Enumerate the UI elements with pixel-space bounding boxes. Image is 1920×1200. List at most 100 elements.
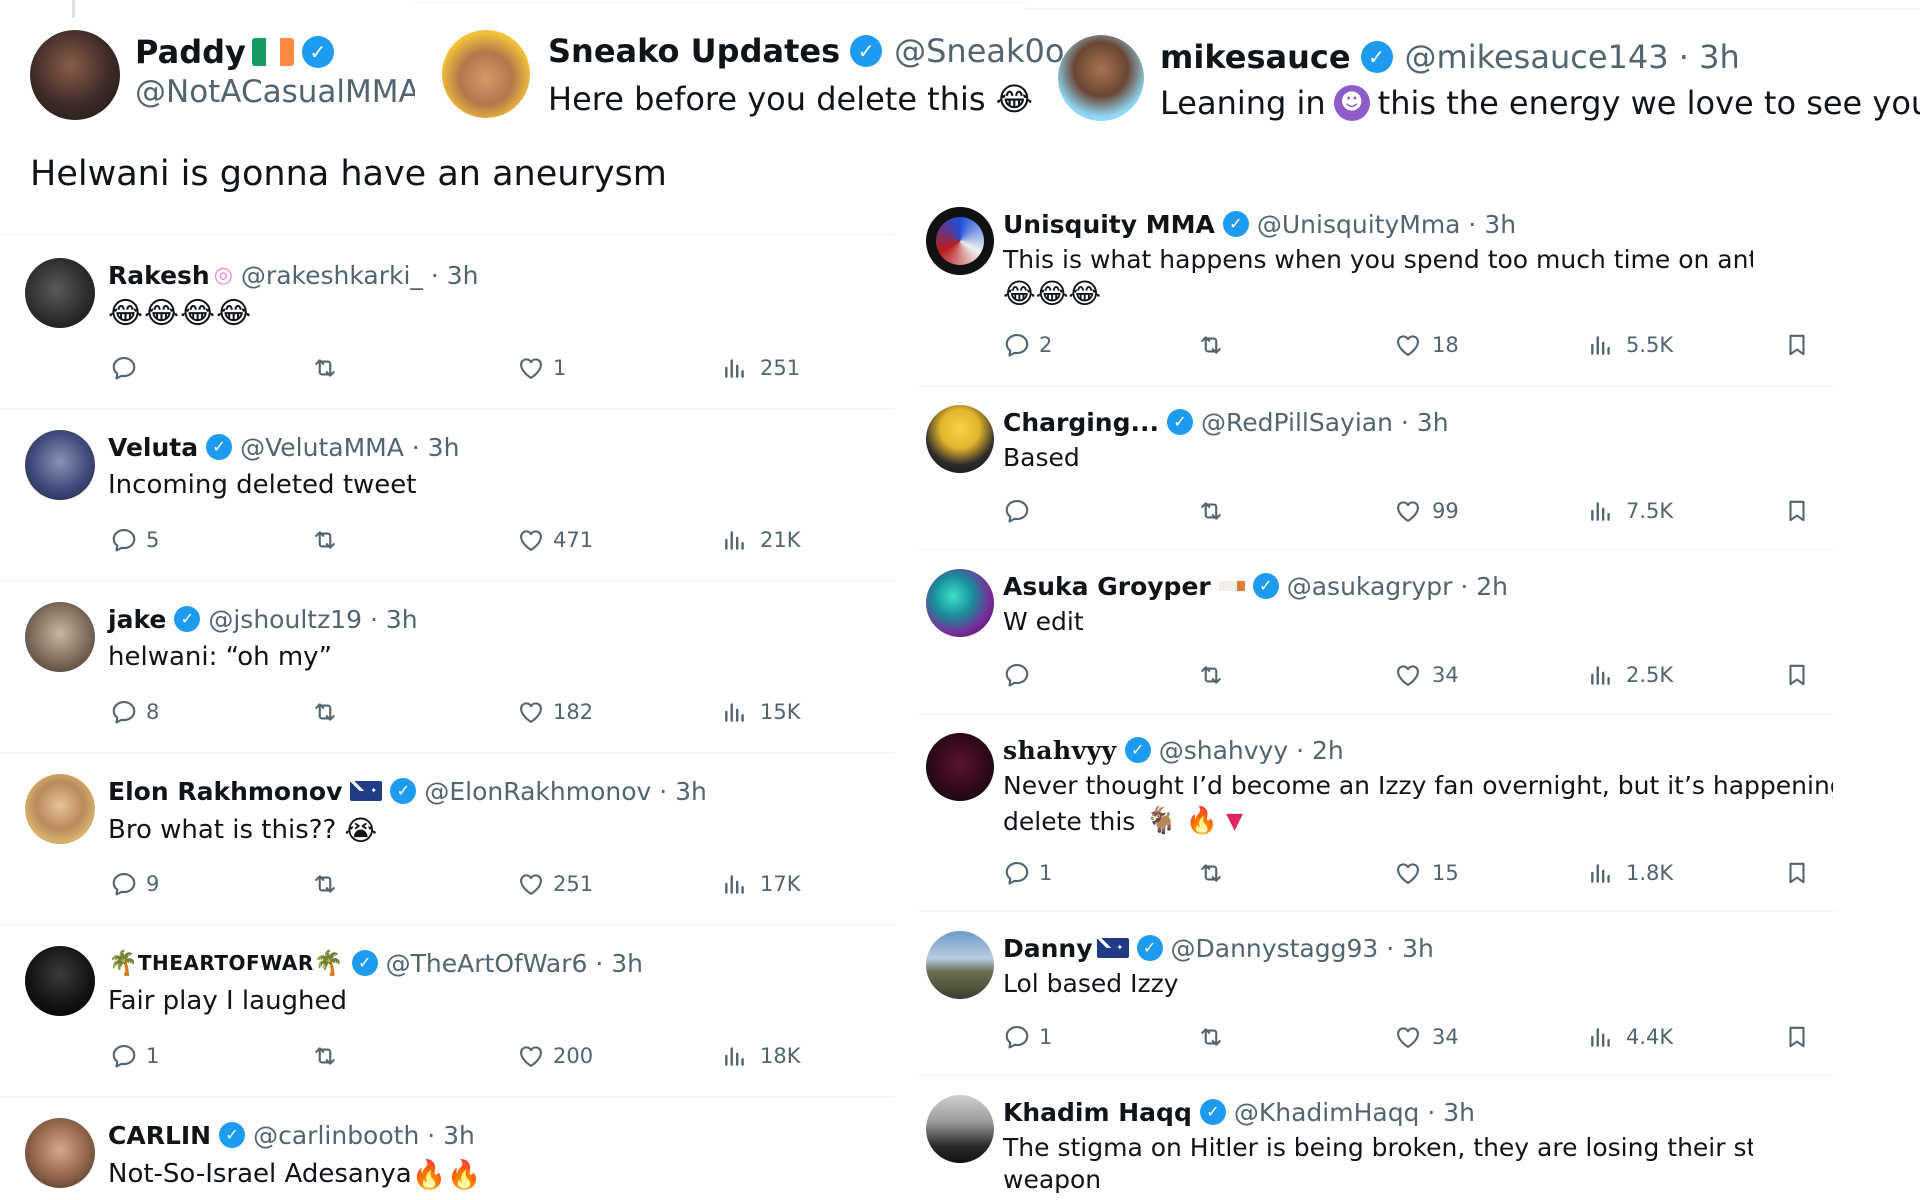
reply-button[interactable] — [110, 354, 146, 382]
user-handle[interactable]: @KhadimHaqq · 3h — [1234, 1098, 1475, 1127]
bookmark-button[interactable] — [1784, 331, 1810, 359]
user-handle[interactable]: @jshoultz19 · 3h — [208, 605, 417, 634]
display-name[interactable]: mikesauce — [1160, 38, 1351, 76]
reply-button[interactable]: 1 — [1003, 859, 1052, 887]
display-name[interactable]: Charging... — [1003, 408, 1159, 437]
tweet[interactable]: Khadim Haqq ✓ @KhadimHaqq · 3h The stigm… — [918, 1075, 1835, 1200]
retweet-button[interactable] — [310, 698, 340, 726]
reply-button[interactable] — [1003, 661, 1039, 689]
reply-button[interactable]: 2 — [1003, 331, 1052, 359]
display-name[interactable]: Asuka Groyper — [1003, 572, 1211, 601]
user-handle[interactable]: @Sneak0o — [894, 32, 1064, 70]
display-name[interactable]: Rakesh — [108, 261, 210, 290]
bookmark-button[interactable] — [1784, 1023, 1810, 1051]
tweet[interactable]: CARLIN ✓ @carlinbooth · 3h Not-So-Israel… — [0, 1096, 895, 1200]
avatar[interactable] — [1058, 35, 1144, 121]
views-button[interactable]: 21K — [722, 526, 801, 554]
display-name[interactable]: Paddy — [135, 33, 246, 71]
like-button[interactable]: 34 — [1394, 661, 1459, 689]
tweet[interactable]: 🌴 THEARTOFWAR 🌴 ✓ @TheArtOfWar6 · 3h Fai… — [0, 924, 895, 1096]
retweet-button[interactable] — [1196, 1023, 1226, 1051]
user-handle[interactable]: @RedPillSayian · 3h — [1201, 408, 1449, 437]
user-handle[interactable]: @NotACasualMMA — [135, 74, 415, 114]
retweet-button[interactable] — [1196, 661, 1226, 689]
reply-button[interactable]: 9 — [110, 870, 159, 898]
tweet[interactable]: Asuka Groyper ✓ @asukagrypr · 2h W edit … — [918, 549, 1835, 713]
bookmark-button[interactable] — [1784, 661, 1810, 689]
display-name[interactable]: Danny — [1003, 934, 1093, 963]
avatar[interactable] — [926, 569, 994, 637]
display-name[interactable]: Khadim Haqq — [1003, 1098, 1192, 1127]
like-button[interactable]: 251 — [517, 870, 593, 898]
views-button[interactable]: 15K — [722, 698, 801, 726]
tweet[interactable]: shahvyy ✓ @shahvyy · 2h Never thought I’… — [918, 713, 1835, 911]
avatar[interactable] — [442, 30, 530, 118]
avatar[interactable] — [926, 405, 994, 473]
tweet[interactable]: Charging... ✓ @RedPillSayian · 3h Based … — [918, 385, 1835, 549]
reply-button[interactable]: 1 — [110, 1042, 159, 1070]
retweet-button[interactable] — [1196, 859, 1226, 887]
display-name[interactable]: Veluta — [108, 433, 198, 462]
views-button[interactable]: 1.8K — [1588, 859, 1673, 887]
views-button[interactable]: 251 — [722, 354, 800, 382]
user-handle[interactable]: @TheArtOfWar6 · 3h — [386, 949, 643, 978]
views-button[interactable]: 4.4K — [1588, 1023, 1673, 1051]
retweet-button[interactable] — [310, 354, 340, 382]
avatar[interactable] — [25, 774, 95, 844]
display-name[interactable]: Elon Rakhmonov — [108, 777, 342, 806]
reply-button[interactable]: 8 — [110, 698, 159, 726]
views-button[interactable]: 2.5K — [1588, 661, 1673, 689]
display-name[interactable]: jake — [108, 605, 166, 634]
avatar[interactable] — [25, 430, 95, 500]
tweet[interactable]: Elon Rakhmonov ✦ ✓ @ElonRakhmonov · 3h B… — [0, 752, 895, 924]
like-button[interactable]: 18 — [1394, 331, 1459, 359]
user-handle[interactable]: @asukagrypr · 2h — [1287, 572, 1508, 601]
views-button[interactable]: 18K — [722, 1042, 801, 1070]
avatar[interactable] — [926, 931, 994, 999]
avatar[interactable] — [25, 602, 95, 672]
avatar[interactable] — [926, 733, 994, 801]
bookmark-button[interactable] — [1784, 497, 1810, 525]
tweet[interactable]: Rakesh ◎ @rakeshkarki_ · 3h 😂😂😂😂 1 251 — [0, 236, 895, 408]
avatar[interactable] — [25, 1118, 95, 1188]
display-name[interactable]: CARLIN — [108, 1121, 211, 1150]
views-button[interactable]: 17K — [722, 870, 801, 898]
like-button[interactable]: 182 — [517, 698, 593, 726]
user-handle[interactable]: @mikesauce143 · 3h — [1405, 38, 1740, 76]
avatar[interactable] — [926, 207, 994, 275]
avatar[interactable] — [25, 946, 95, 1016]
reply-button[interactable]: 1 — [1003, 1023, 1052, 1051]
tweet[interactable]: Danny ✦ ✓ @Dannystagg93 · 3h Lol based I… — [918, 911, 1835, 1075]
retweet-button[interactable] — [310, 526, 340, 554]
retweet-button[interactable] — [1196, 497, 1226, 525]
reply-button[interactable] — [1003, 497, 1039, 525]
tweet[interactable]: jake ✓ @jshoultz19 · 3h helwani: “oh my”… — [0, 580, 895, 752]
retweet-button[interactable] — [1196, 331, 1226, 359]
reply-button[interactable]: 5 — [110, 526, 159, 554]
like-button[interactable]: 1 — [517, 354, 566, 382]
like-button[interactable]: 471 — [517, 526, 593, 554]
user-handle[interactable]: @Dannystagg93 · 3h — [1171, 934, 1434, 963]
display-name[interactable]: Unisquity MMA — [1003, 210, 1215, 239]
avatar[interactable] — [926, 1095, 994, 1163]
user-handle[interactable]: @ElonRakhmonov · 3h — [424, 777, 707, 806]
like-button[interactable]: 15 — [1394, 859, 1459, 887]
user-handle[interactable]: @UnisquityMma · 3h — [1257, 210, 1516, 239]
user-handle[interactable]: @carlinbooth · 3h — [253, 1121, 475, 1150]
views-button[interactable]: 5.5K — [1588, 331, 1673, 359]
like-button[interactable]: 200 — [517, 1042, 593, 1070]
user-handle[interactable]: @shahvyy · 2h — [1159, 736, 1344, 765]
bookmark-button[interactable] — [1784, 859, 1810, 887]
retweet-button[interactable] — [310, 870, 340, 898]
retweet-button[interactable] — [310, 1042, 340, 1070]
display-name[interactable]: Sneako Updates — [548, 32, 840, 70]
like-button[interactable]: 34 — [1394, 1023, 1459, 1051]
user-handle[interactable]: @VelutaMMA · 3h — [240, 433, 459, 462]
display-name[interactable]: shahvyy — [1003, 736, 1117, 765]
views-button[interactable]: 7.5K — [1588, 497, 1673, 525]
tweet[interactable]: Unisquity MMA ✓ @UnisquityMma · 3h This … — [918, 195, 1835, 385]
avatar[interactable] — [25, 258, 95, 328]
avatar[interactable] — [30, 30, 120, 120]
user-handle[interactable]: @rakeshkarki_ · 3h — [241, 261, 479, 290]
display-name[interactable]: THEARTOFWAR — [138, 951, 314, 975]
